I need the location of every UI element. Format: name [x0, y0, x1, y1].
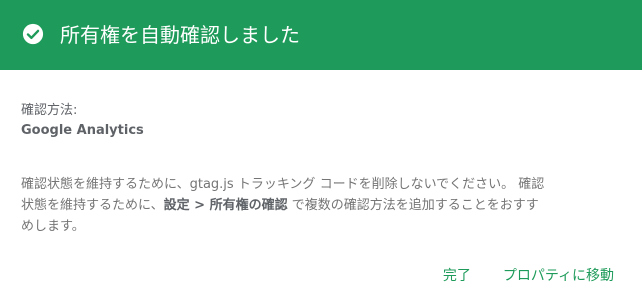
message-line: 確認状態を維持するために、gtag.js トラッキング コードを削除しないでくだ… — [21, 177, 545, 192]
verification-method-value: Google Analytics — [21, 123, 144, 138]
done-button[interactable]: 完了 — [443, 266, 471, 286]
verification-method-label: 確認方法: — [21, 103, 78, 118]
dialog-actions: 完了 プロパティに移動 — [443, 266, 614, 286]
dialog-message: 確認状態を維持するために、gtag.js トラッキング コードを削除しないでくだ… — [21, 174, 621, 237]
check-circle-icon — [22, 23, 44, 45]
verification-dialog: 所有権を自動確認しました 確認方法: Google Analytics 確認状態… — [0, 0, 642, 308]
message-text: で複数の確認方法を追加することをおすす — [287, 198, 539, 213]
go-to-property-button[interactable]: プロパティに移動 — [503, 266, 614, 286]
settings-path-emphasis: 設定 > 所有権の確認 — [163, 198, 288, 213]
message-line: 状態を維持するために、設定 > 所有権の確認 で複数の確認方法を追加することをお… — [21, 195, 621, 216]
dialog-header: 所有権を自動確認しました — [0, 0, 642, 70]
message-line: めします。 — [21, 219, 85, 234]
dialog-title: 所有権を自動確認しました — [60, 23, 300, 47]
message-text: 状態を維持するために、 — [21, 198, 164, 213]
